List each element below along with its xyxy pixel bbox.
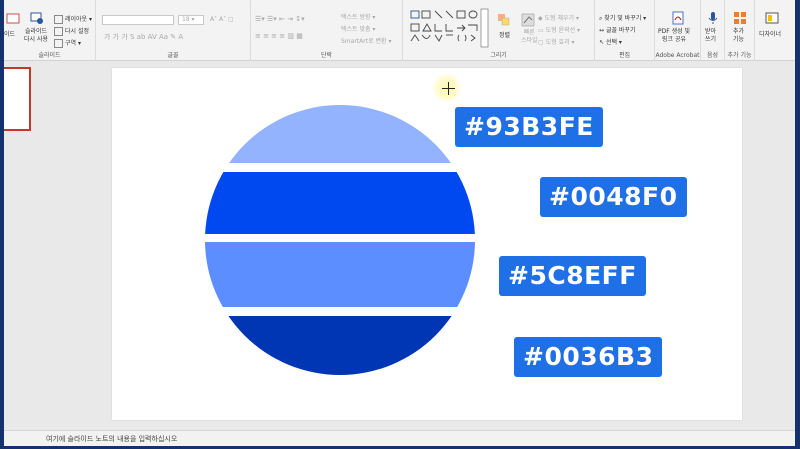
swatch-label-1[interactable]: #93B3FE xyxy=(455,107,603,147)
powerpoint-window: 이드 슬라이드 다시 사용 레이아웃 ▾ 다시 설정 구역 ▾ 슬라이드 18 … xyxy=(4,0,795,446)
swatch-label-2[interactable]: #0048F0 xyxy=(540,177,687,217)
striped-circle-graphic[interactable] xyxy=(4,0,795,446)
swatch-label-4[interactable]: #0036B3 xyxy=(514,337,663,377)
circle-band-3[interactable] xyxy=(4,242,795,307)
crosshair-cursor-icon xyxy=(442,82,455,95)
notes-placeholder: 여기에 슬라이드 노트의 내용을 입력하십시오 xyxy=(46,435,178,443)
swatch-label-3[interactable]: #5C8EFF xyxy=(499,256,646,296)
circle-band-1[interactable] xyxy=(4,100,795,163)
circle-band-4[interactable] xyxy=(4,316,795,378)
notes-pane[interactable]: 여기에 슬라이드 노트의 내용을 입력하십시오 xyxy=(4,430,795,446)
